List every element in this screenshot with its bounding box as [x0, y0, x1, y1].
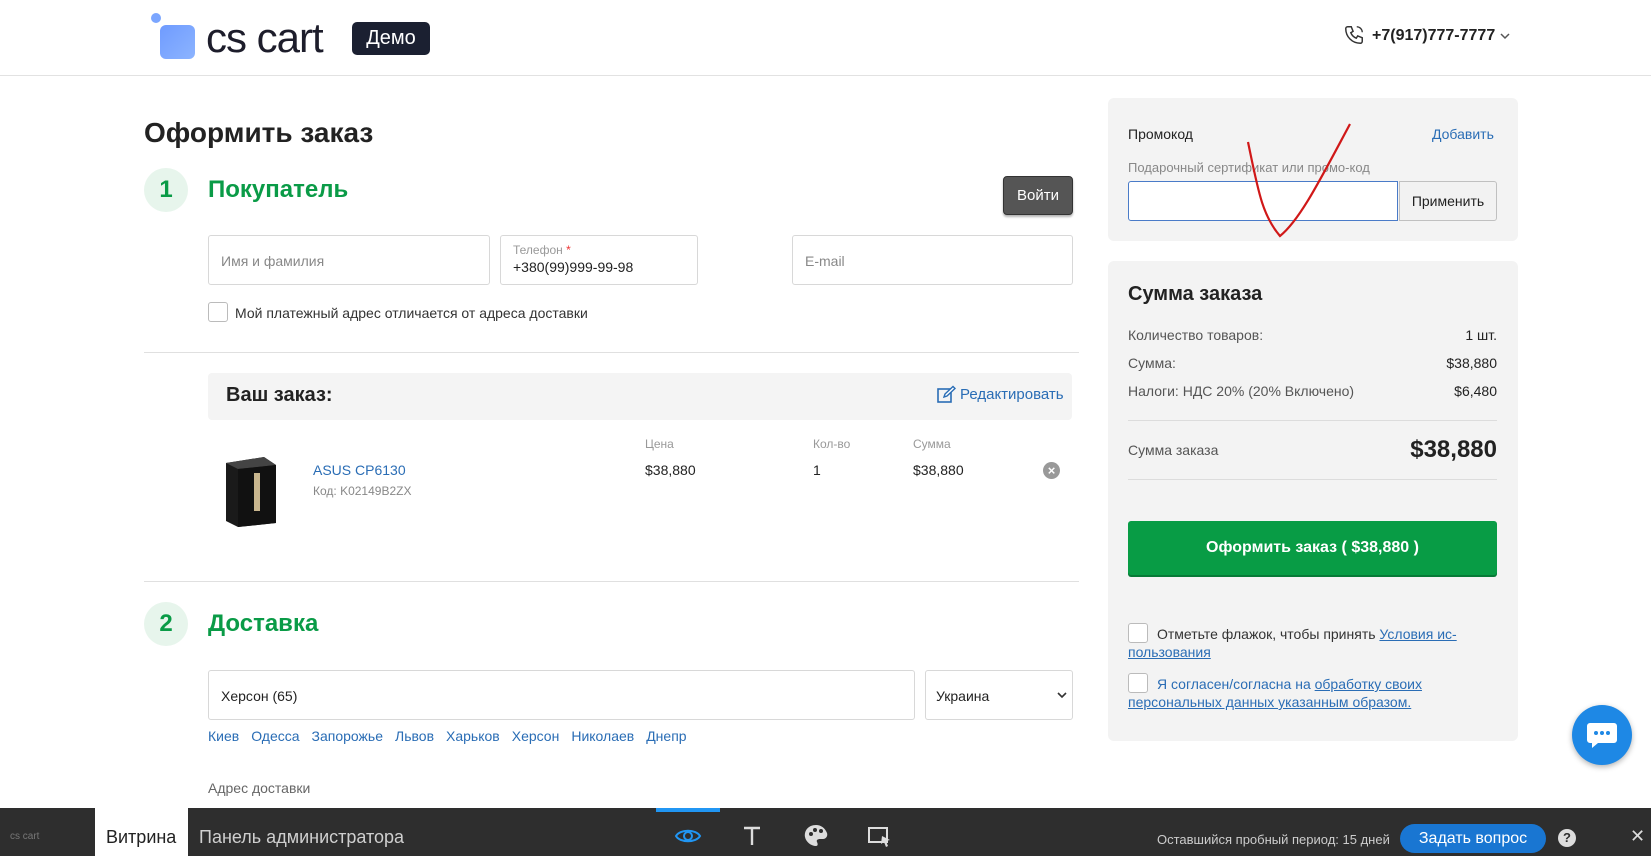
summary-row-value: $6,480 — [1454, 383, 1497, 399]
step-number: 1 — [144, 168, 188, 212]
city-link-dnepr[interactable]: Днепр — [646, 728, 686, 744]
summary-divider — [1128, 420, 1497, 421]
active-tool-indicator — [656, 808, 720, 812]
promo-label: Промокод — [1128, 126, 1193, 142]
close-icon[interactable]: ✕ — [1630, 826, 1645, 847]
summary-total-label: Сумма заказа — [1128, 442, 1219, 458]
text-icon[interactable] — [738, 822, 766, 850]
order-title: Ваш заказ: — [226, 384, 333, 406]
phone-field-value: +380(99)999-99-98 — [513, 259, 634, 275]
edit-icon[interactable] — [936, 385, 956, 405]
logo-text[interactable]: cs cart — [206, 14, 324, 62]
section-title-buyer: Покупатель — [208, 176, 349, 203]
storefront-tab[interactable]: Витрина — [106, 827, 176, 848]
section-divider — [144, 581, 1079, 582]
city-link-kharkiv[interactable]: Харьков — [446, 728, 500, 744]
summary-row-value: 1 шт. — [1465, 327, 1497, 343]
section-title-delivery: Доставка — [208, 610, 319, 637]
item-sum: $38,880 — [913, 462, 964, 478]
name-field[interactable]: Имя и фамилия — [208, 235, 490, 285]
city-link-odessa[interactable]: Одесса — [251, 728, 299, 744]
phone-number[interactable]: +7(917)777-7777 — [1372, 27, 1495, 45]
logo-mark[interactable] — [160, 25, 195, 59]
country-select[interactable]: Украина — [925, 670, 1073, 720]
phone-field[interactable]: Телефон * +380(99)999-99-98 — [500, 235, 698, 285]
login-button[interactable]: Войти — [1003, 176, 1073, 215]
address-label: Адрес доставки — [208, 780, 311, 796]
eye-icon[interactable] — [674, 822, 702, 850]
chat-icon — [1587, 723, 1617, 748]
phone-field-label: Телефон — [513, 243, 563, 257]
place-order-button[interactable]: Оформить заказ ( $38,880 ) — [1128, 521, 1497, 575]
summary-row-label: Количество товаров: — [1128, 327, 1264, 343]
demo-badge: Демо — [352, 22, 430, 55]
city-link-kherson[interactable]: Херсон — [512, 728, 560, 744]
col-price: Цена — [645, 437, 674, 451]
city-quick-links: Киев Одесса Запорожье Львов Харьков Херс… — [208, 728, 687, 744]
summary-row-value: $38,880 — [1446, 355, 1497, 371]
country-value: Украина — [936, 688, 990, 704]
checkout-page: cs cart Демо +7(917)777-7777 Оформить за… — [0, 0, 1651, 856]
summary-divider — [1128, 479, 1497, 480]
edit-order-link[interactable]: Редактировать — [960, 386, 1064, 403]
layout-icon[interactable] — [866, 822, 894, 850]
help-icon[interactable]: ? — [1558, 829, 1576, 847]
terms-text: Отметьте флажок, чтобы принять Условия и… — [1128, 625, 1497, 661]
summary-row-label: Сумма: — [1128, 355, 1176, 371]
city-link-nikolaev[interactable]: Николаев — [571, 728, 634, 744]
terms-label: Отметьте флажок, чтобы принять — [1157, 626, 1380, 642]
city-link-kiev[interactable]: Киев — [208, 728, 239, 744]
section-divider — [144, 352, 1079, 353]
chevron-down-icon — [1057, 692, 1067, 699]
product-code: Код: K02149B2ZX — [313, 484, 412, 498]
item-qty: 1 — [813, 462, 821, 478]
chat-button[interactable] — [1572, 705, 1632, 765]
city-link-lviv[interactable]: Львов — [395, 728, 434, 744]
billing-diff-label: Мой платежный адрес отличается от адреса… — [235, 305, 588, 321]
handwritten-check-mark — [1246, 123, 1351, 238]
email-placeholder: E-mail — [805, 253, 845, 269]
col-qty: Кол-во — [813, 437, 851, 451]
trial-period-text: Оставшийся пробный период: 15 дней — [1157, 832, 1390, 847]
chevron-down-icon[interactable] — [1500, 32, 1510, 40]
consent-label: Я согласен/согласна на — [1157, 676, 1315, 692]
summary-title: Сумма заказа — [1128, 283, 1263, 305]
email-field[interactable]: E-mail — [792, 235, 1073, 285]
city-link-zaporozhye[interactable]: Запорожье — [312, 728, 383, 744]
name-placeholder: Имя и фамилия — [221, 253, 325, 269]
apply-promo-button[interactable]: Применить — [1399, 181, 1497, 221]
phone-icon[interactable] — [1343, 24, 1365, 46]
product-name-link[interactable]: ASUS CP6130 — [313, 462, 406, 478]
remove-icon[interactable]: × — [1043, 462, 1060, 479]
bottom-bar-mini-logo[interactable]: cs cart — [10, 831, 39, 842]
logo-dot — [151, 13, 161, 23]
page-title: Оформить заказ — [144, 117, 374, 148]
item-price: $38,880 — [645, 462, 696, 478]
city-input[interactable]: Херсон (65) — [208, 670, 915, 720]
col-sum: Сумма — [913, 437, 951, 451]
city-value: Херсон (65) — [221, 688, 298, 704]
summary-total-value: $38,880 — [1410, 436, 1497, 463]
step-number: 2 — [144, 602, 188, 646]
consent-text: Я согласен/согласна на обработку своих п… — [1128, 675, 1497, 711]
promo-add-link[interactable]: Добавить — [1432, 126, 1494, 142]
billing-diff-checkbox[interactable] — [208, 302, 228, 322]
palette-icon[interactable] — [802, 822, 830, 850]
ask-question-button[interactable]: Задать вопрос — [1400, 824, 1546, 853]
admin-panel-tab[interactable]: Панель администратора — [199, 827, 404, 848]
product-image[interactable] — [218, 455, 280, 527]
